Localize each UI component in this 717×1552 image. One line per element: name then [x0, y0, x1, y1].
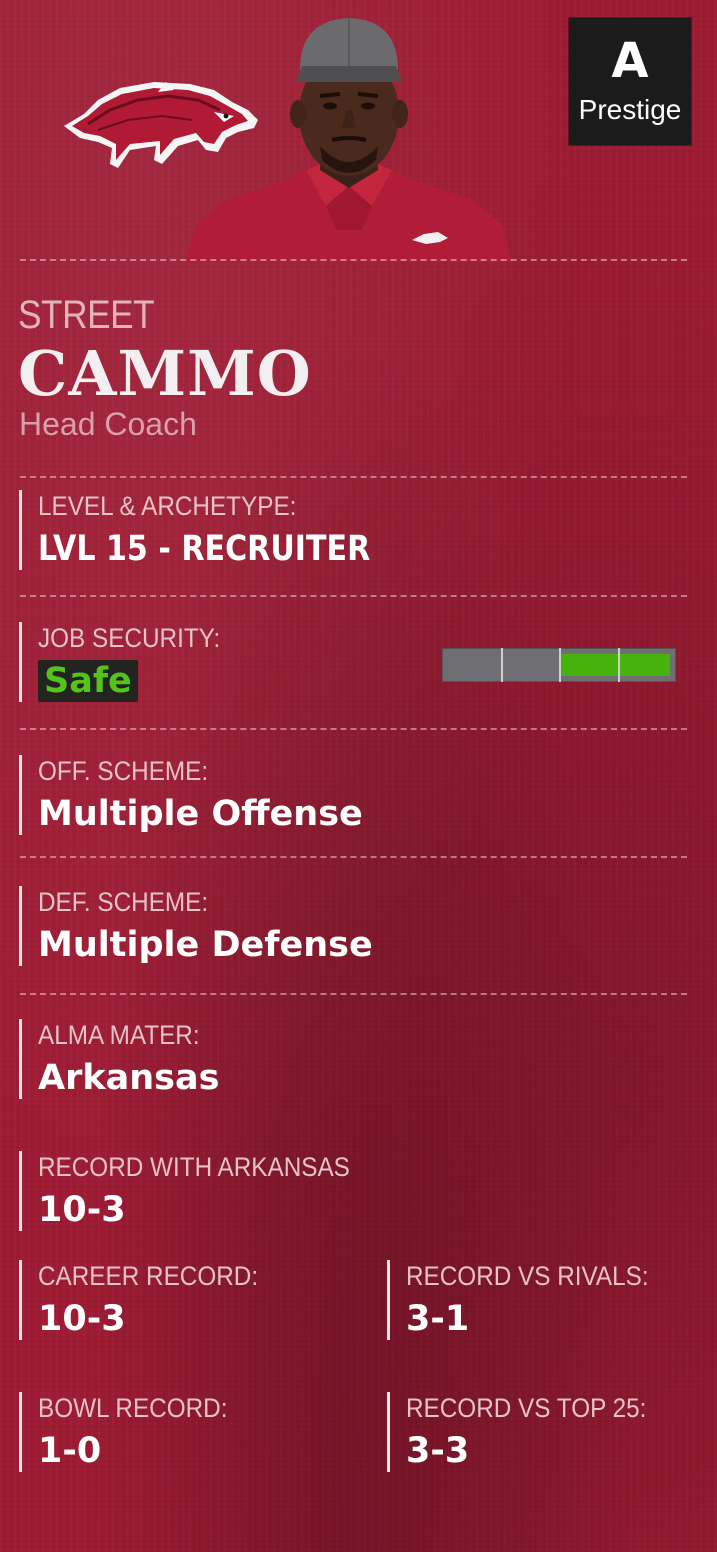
record-vs-rivals-value: 3-1 — [406, 1299, 470, 1339]
level-archetype-field: LEVEL & ARCHETYPE: LVL 15 - RECRUITER — [19, 490, 424, 570]
coach-title: Head Coach — [19, 406, 197, 442]
alma-mater-label: ALMA MATER: — [38, 1020, 200, 1050]
level-archetype-value: LVL 15 - RECRUITER — [38, 529, 371, 569]
job-security-meter-tick — [501, 648, 503, 682]
alma-mater-field: ALMA MATER: Arkansas — [19, 1019, 219, 1099]
job-security-status: Safe — [38, 660, 138, 702]
prestige-grade: A — [611, 33, 649, 89]
coach-card: A Prestige STREET CAMMO Head Coach LEVEL… — [0, 0, 717, 1552]
def-scheme-field: DEF. SCHEME: Multiple Defense — [19, 886, 373, 966]
level-archetype-label: LEVEL & ARCHETYPE: — [38, 491, 297, 521]
divider — [20, 476, 687, 478]
divider — [20, 993, 687, 995]
off-scheme-field: OFF. SCHEME: Multiple Offense — [19, 755, 363, 835]
off-scheme-label: OFF. SCHEME: — [38, 756, 209, 786]
record-vs-rivals-label: RECORD VS RIVALS: — [406, 1261, 649, 1291]
job-security-meter-tick — [559, 648, 561, 682]
prestige-label: Prestige — [578, 94, 682, 125]
job-security-field: JOB SECURITY: Safe — [19, 622, 241, 702]
record-vs-top25-value: 3-3 — [406, 1431, 470, 1471]
job-security-meter-fill — [559, 654, 670, 676]
prestige-badge: A Prestige — [569, 18, 691, 145]
job-security-label: JOB SECURITY: — [38, 623, 221, 653]
bowl-record-label: BOWL RECORD: — [38, 1393, 228, 1423]
job-security-meter — [442, 648, 676, 682]
bowl-record-field: BOWL RECORD: 1-0 — [19, 1392, 249, 1472]
career-record-value: 10-3 — [38, 1299, 126, 1339]
off-scheme-value: Multiple Offense — [38, 794, 363, 834]
record-with-team-field: RECORD WITH ARKANSAS 10-3 — [19, 1151, 385, 1231]
bowl-record-value: 1-0 — [38, 1431, 102, 1471]
career-record-label: CAREER RECORD: — [38, 1261, 259, 1291]
def-scheme-label: DEF. SCHEME: — [38, 887, 209, 917]
career-record-field: CAREER RECORD: 10-3 — [19, 1260, 283, 1340]
job-security-meter-tick — [618, 648, 620, 682]
record-with-team-label: RECORD WITH ARKANSAS — [38, 1152, 350, 1182]
record-vs-rivals-field: RECORD VS RIVALS: 3-1 — [387, 1260, 676, 1340]
record-vs-top25-field: RECORD VS TOP 25: 3-3 — [387, 1392, 673, 1472]
divider — [20, 595, 687, 597]
coach-last-name: CAMMO — [18, 337, 312, 410]
def-scheme-value: Multiple Defense — [38, 925, 373, 965]
record-vs-top25-label: RECORD VS TOP 25: — [406, 1393, 647, 1423]
coach-first-name: STREET — [18, 293, 155, 337]
divider — [20, 728, 687, 730]
alma-mater-value: Arkansas — [38, 1058, 220, 1098]
coach-portrait — [186, 18, 512, 262]
divider — [20, 259, 687, 261]
divider — [20, 856, 687, 858]
record-with-team-value: 10-3 — [38, 1190, 126, 1230]
